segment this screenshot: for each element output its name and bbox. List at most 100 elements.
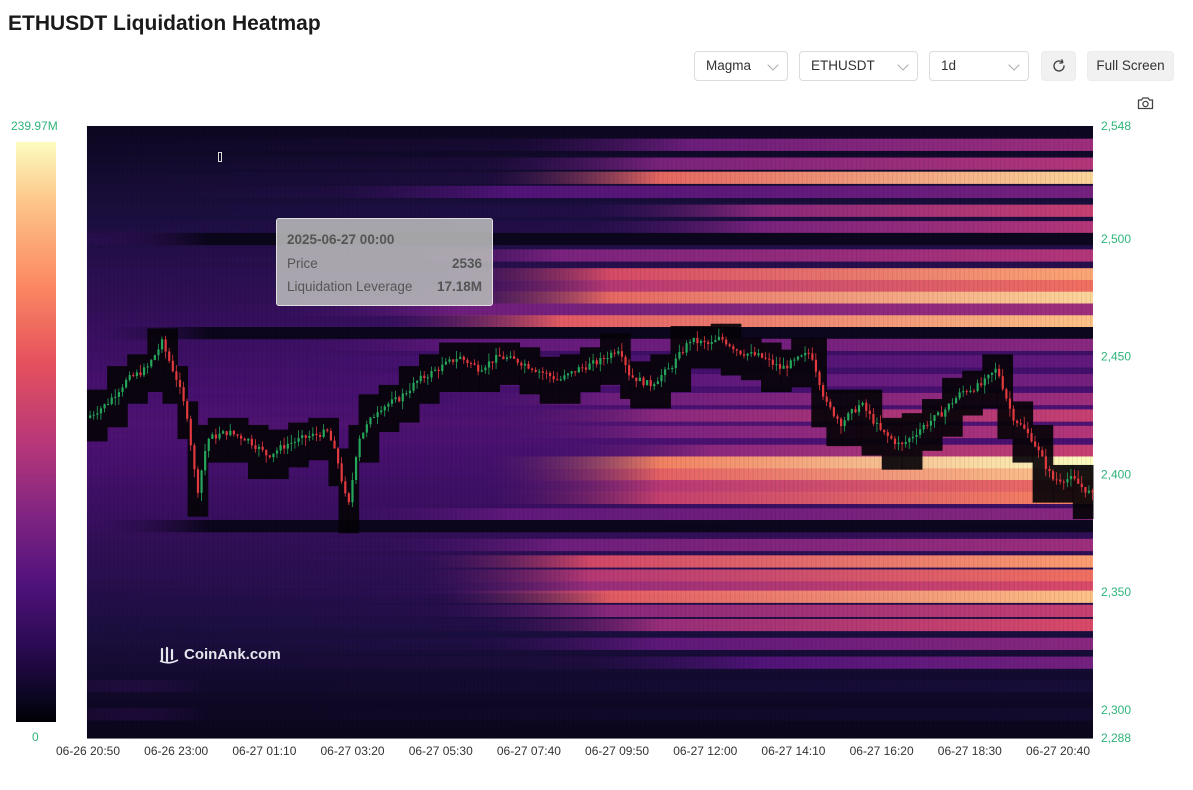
candle-body xyxy=(919,429,922,435)
candle-body xyxy=(509,356,512,358)
swept-cell xyxy=(720,323,742,376)
candle-body xyxy=(972,390,976,392)
candle-body xyxy=(196,469,200,493)
candle-body xyxy=(516,358,519,363)
candle-body xyxy=(1051,471,1055,480)
y-tick-label: 2,400 xyxy=(1101,467,1131,481)
y-tick-label: 2,450 xyxy=(1101,350,1131,364)
candle-body xyxy=(610,352,613,359)
candle-body xyxy=(380,410,383,413)
candle-body xyxy=(638,377,641,382)
candle-body xyxy=(473,363,476,365)
candle-body xyxy=(1037,446,1040,451)
candle-body xyxy=(811,353,814,360)
candle-body xyxy=(1066,479,1069,483)
candle-body xyxy=(861,402,864,406)
candle-body xyxy=(854,409,857,413)
y-tick-label: 2,548 xyxy=(1101,119,1131,133)
swept-cell xyxy=(579,347,601,392)
candle-body xyxy=(1041,450,1044,457)
candle-body xyxy=(940,412,943,417)
candle-body xyxy=(416,380,419,383)
x-axis: 06-26 20:50 06-26 23:00 06-27 01:10 06-27 0… xyxy=(56,744,1090,758)
candle-body xyxy=(577,367,580,373)
candle-body xyxy=(182,386,185,402)
swept-cell xyxy=(268,429,289,480)
candle-body xyxy=(534,369,537,372)
candle-body xyxy=(1059,479,1062,482)
candle-body xyxy=(642,377,645,386)
candle-body xyxy=(351,479,354,503)
candle-body xyxy=(574,371,577,373)
candle-body xyxy=(265,449,268,456)
candle-body xyxy=(448,359,451,362)
candle-body xyxy=(469,363,473,365)
candle-body xyxy=(976,383,979,392)
candle-body xyxy=(1030,433,1033,442)
candle-body xyxy=(272,453,275,458)
candle-body xyxy=(257,446,261,450)
candle-body xyxy=(135,372,138,377)
candle-body xyxy=(962,391,965,393)
candle-body xyxy=(160,339,164,350)
heatmap-chart[interactable]: 2,548 2,500 2,450 2,400 2,350 2,300 2,288 06-26… xyxy=(0,0,1193,790)
swept-cell xyxy=(308,417,329,461)
candle-body xyxy=(746,353,749,356)
x-tick-label: 06-27 09:50 xyxy=(585,744,649,758)
x-tick-label: 06-27 14:10 xyxy=(761,744,825,758)
candle-body xyxy=(714,340,717,343)
candle-body xyxy=(545,372,548,374)
candle-body xyxy=(125,379,128,388)
candle-body xyxy=(387,403,390,407)
candle-body xyxy=(520,362,523,366)
x-tick-label: 06-27 03:20 xyxy=(321,744,385,758)
candle-body xyxy=(390,399,394,404)
candle-body xyxy=(635,377,638,382)
candle-body xyxy=(710,342,713,344)
candle-body xyxy=(322,429,325,438)
candle-body xyxy=(153,355,156,360)
chart-tooltip: 2025-06-27 00:00 Price 2536 Liquidation … xyxy=(276,218,493,306)
candle-body xyxy=(1069,476,1073,480)
candle-body xyxy=(631,375,634,378)
candle-body xyxy=(372,416,376,418)
candle-body xyxy=(868,410,871,414)
candle-body xyxy=(800,355,803,357)
candle-body xyxy=(804,352,807,356)
candle-body xyxy=(207,438,210,451)
watermark: CoinAnk.com xyxy=(184,646,281,663)
candle-body xyxy=(653,384,656,387)
candle-body xyxy=(114,396,117,398)
candle-body xyxy=(459,356,462,360)
x-tick-label: 06-27 07:40 xyxy=(497,744,561,758)
candle-body xyxy=(649,380,652,387)
candle-body xyxy=(599,358,602,365)
candle-body xyxy=(178,380,182,387)
swept-cell xyxy=(207,417,229,463)
candle-body xyxy=(225,431,228,436)
candle-body xyxy=(681,352,685,354)
candle-body xyxy=(990,372,994,375)
candle-body xyxy=(423,375,426,379)
candle-body xyxy=(383,406,386,411)
candle-body xyxy=(566,373,570,376)
candle-body xyxy=(132,375,135,377)
tooltip-date: 2025-06-27 00:00 xyxy=(287,232,395,247)
candle-body xyxy=(559,379,562,381)
candle-body xyxy=(495,354,498,363)
candle-body xyxy=(786,365,789,369)
y-tick-label: 2,300 xyxy=(1101,703,1131,717)
candle-body xyxy=(857,405,861,413)
candle-body xyxy=(498,354,501,357)
candle-body xyxy=(527,363,530,369)
candle-body xyxy=(850,409,853,414)
candle-body xyxy=(782,365,785,369)
candle-body xyxy=(434,369,437,371)
tooltip-leverage-value: 17.18M xyxy=(436,279,482,294)
candle-body xyxy=(865,402,868,411)
candle-body xyxy=(775,364,778,366)
y-tick-label: 2,288 xyxy=(1101,731,1131,745)
candle-body xyxy=(667,368,670,370)
candle-body xyxy=(1091,490,1094,493)
candle-body xyxy=(911,436,915,439)
